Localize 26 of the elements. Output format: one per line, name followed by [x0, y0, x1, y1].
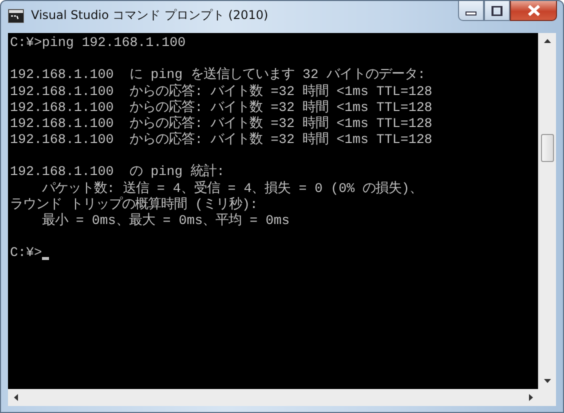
console-line: C:¥>ping 192.168.1.100 [10, 34, 186, 52]
console-line: 192.168.1.100 からの応答: バイト数 =32 時間 <1ms TTL=128 [10, 100, 432, 116]
scroll-right-icon[interactable] [529, 394, 533, 401]
close-button[interactable] [510, 1, 557, 21]
vertical-scrollbar[interactable] [538, 33, 556, 389]
console-line: C:¥> [10, 245, 42, 262]
scroll-down-icon[interactable] [544, 379, 551, 383]
console-line: 192.168.1.100 に ping を送信しています 32 バイトのデータ: [10, 67, 426, 84]
scroll-up-icon[interactable] [544, 39, 551, 43]
scroll-left-icon[interactable] [14, 394, 18, 401]
console-line: 192.168.1.100 からの応答: バイト数 =32 時間 <1ms TTL=128 [10, 84, 432, 100]
console-line: 192.168.1.100 の ping 統計: [10, 164, 225, 180]
console-line: ラウンド トリップの概算時間 (ミリ秒): [10, 196, 258, 212]
horizontal-scrollbar[interactable] [8, 389, 539, 406]
scroll-thumb[interactable] [541, 134, 554, 162]
maximize-button[interactable] [484, 1, 510, 21]
maximize-icon [492, 6, 502, 16]
console-line: 192.168.1.100 からの応答: バイト数 =32 時間 <1ms TTL=128 [10, 116, 432, 132]
minimize-button[interactable] [458, 1, 484, 21]
console-line: 最小 = 0ms、最大 = 0ms、平均 = 0ms [40, 213, 290, 230]
console-icon [8, 9, 24, 23]
close-icon [527, 5, 540, 16]
window-title: Visual Studio コマンド プロンプト (2010) [31, 7, 268, 24]
console-line: パケット数: 送信 = 4、受信 = 4、損失 = 0 (0% の損失)、 [40, 180, 423, 196]
console-line: 192.168.1.100 からの応答: バイト数 =32 時間 <1ms TTL=128 [10, 132, 432, 148]
minimize-icon [466, 11, 476, 15]
